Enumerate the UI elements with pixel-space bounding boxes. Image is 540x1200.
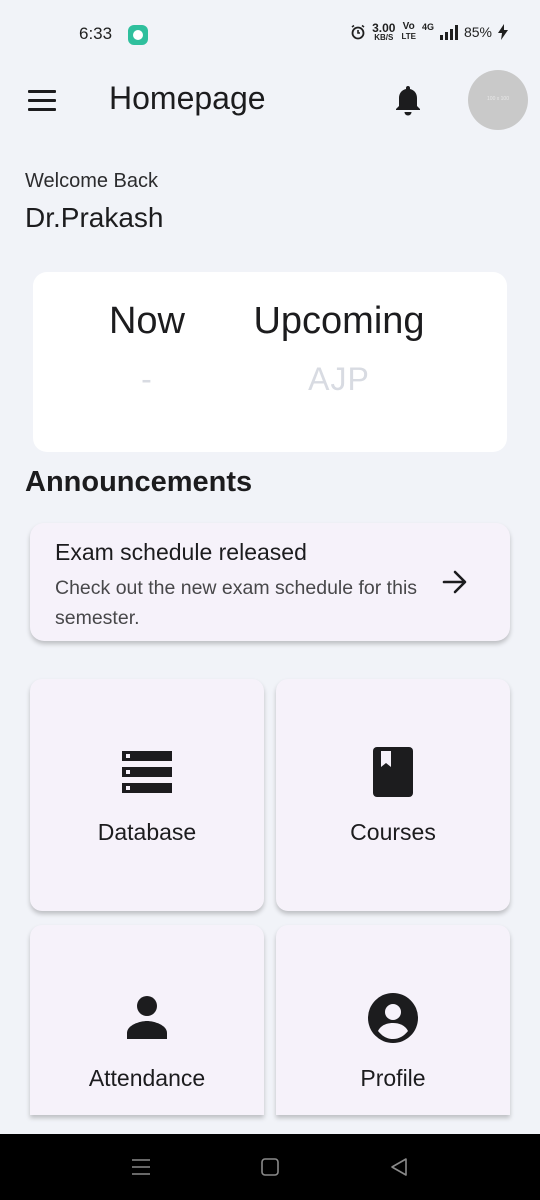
charging-icon — [498, 24, 508, 40]
volte-indicator: Vo LTE — [401, 22, 416, 42]
status-indicators: 3.00 KB/S Vo LTE 4G 85% — [350, 22, 508, 42]
network-type: 4G — [422, 22, 434, 32]
profile-tile[interactable]: Profile — [276, 925, 510, 1115]
courses-tile[interactable]: Courses — [276, 679, 510, 911]
database-label: Database — [97, 819, 197, 845]
announcement-card[interactable]: Exam schedule released Check out the new… — [30, 523, 510, 641]
status-bar: 6:33 3.00 KB/S Vo LTE 4G 85% — [0, 0, 540, 64]
courses-label: Courses — [350, 819, 436, 845]
network-type-label: 4G — [421, 22, 434, 32]
network-speed-unit: KB/S — [374, 33, 394, 42]
storage-icon — [122, 751, 172, 793]
recent-apps-icon[interactable] — [130, 1156, 152, 1178]
homepage-screen: 6:33 3.00 KB/S Vo LTE 4G 85% Homepage 10… — [0, 0, 540, 1200]
class-status-card: Now - Upcoming AJP — [33, 272, 507, 452]
upcoming-label: Upcoming — [253, 300, 425, 342]
volte-bottom: LTE — [401, 32, 416, 41]
attendance-tile[interactable]: Attendance — [30, 925, 264, 1115]
avatar-placeholder-text: 100 x 100 — [487, 96, 509, 102]
attendance-label: Attendance — [88, 1065, 206, 1091]
back-icon[interactable] — [388, 1156, 410, 1178]
volte-top: Vo — [402, 21, 415, 32]
app-bar: Homepage 100 x 100 — [0, 64, 540, 138]
announcements-heading: Announcements — [25, 466, 253, 498]
arrow-forward-icon[interactable] — [440, 567, 470, 597]
now-value: - — [141, 361, 153, 397]
account-circle-icon — [368, 993, 418, 1043]
person-icon — [127, 996, 167, 1039]
alarm-icon — [351, 24, 365, 40]
menu-icon[interactable] — [28, 90, 56, 112]
database-tile[interactable]: Database — [30, 679, 264, 911]
book-icon — [373, 747, 413, 797]
announcement-title: Exam schedule released — [55, 539, 307, 565]
announcement-description: Check out the new exam schedule for this… — [55, 577, 418, 629]
profile-label: Profile — [360, 1065, 426, 1091]
bell-icon[interactable] — [393, 84, 423, 116]
now-column: Now - — [99, 300, 195, 398]
battery-percent: 85% — [463, 24, 492, 40]
status-time: 6:33 — [79, 24, 113, 43]
page-title: Homepage — [109, 80, 266, 116]
avatar[interactable]: 100 x 100 — [468, 70, 528, 130]
welcome-name: Dr.Prakash — [25, 202, 164, 233]
upcoming-value: AJP — [308, 361, 370, 397]
chat-notification-icon — [128, 25, 148, 45]
system-nav-bar — [0, 1134, 540, 1200]
now-label: Now — [108, 300, 186, 342]
network-speed: 3.00 KB/S — [372, 22, 395, 42]
welcome-greeting: Welcome Back — [25, 170, 159, 192]
upcoming-column: Upcoming AJP — [239, 300, 439, 398]
home-icon[interactable] — [259, 1156, 281, 1178]
signal-icon — [439, 24, 458, 40]
